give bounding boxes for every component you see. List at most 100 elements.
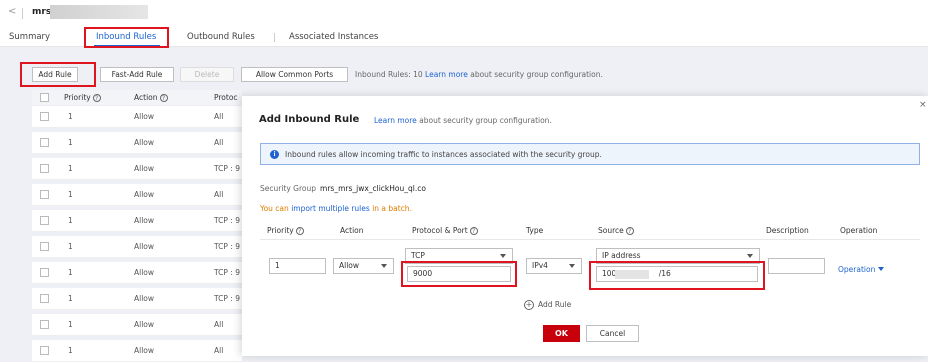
dialog-title-info: Learn more about security group configur… <box>374 116 552 125</box>
allow-common-ports-button[interactable]: Allow Common Ports <box>241 67 348 82</box>
table-row: 1 Allow TCP : 9 <box>32 288 242 310</box>
row-checkbox[interactable] <box>40 164 49 173</box>
type-select[interactable]: IPv4 <box>526 258 582 274</box>
chevron-down-icon <box>747 254 753 258</box>
chevron-down-icon <box>381 264 387 268</box>
table-row: 1 Allow All <box>32 340 242 362</box>
column-protocol: Protoc <box>214 93 238 102</box>
table-row: 1 Allow TCP : 9 <box>32 158 242 180</box>
row-checkbox[interactable] <box>40 112 49 121</box>
cell-action: Allow <box>134 268 155 277</box>
cell-protocol: All <box>214 138 224 147</box>
cell-action: Allow <box>134 320 155 329</box>
cell-action: Allow <box>134 294 155 303</box>
help-icon[interactable]: ? <box>625 227 634 235</box>
cell-priority: 1 <box>68 216 73 225</box>
row-checkbox[interactable] <box>40 268 49 277</box>
help-icon[interactable]: ? <box>295 227 304 235</box>
highlight-add-rule <box>20 62 96 87</box>
cell-action: Allow <box>134 138 155 147</box>
info-banner: i Inbound rules allow incoming traffic t… <box>260 143 920 165</box>
description-input[interactable] <box>768 258 825 274</box>
row-checkbox[interactable] <box>40 346 49 355</box>
cell-priority: 1 <box>68 190 73 199</box>
header-action: Action <box>340 226 364 235</box>
cell-action: Allow <box>134 164 155 173</box>
cell-action: Allow <box>134 242 155 251</box>
cell-priority: 1 <box>68 242 73 251</box>
select-all-checkbox[interactable] <box>40 93 49 102</box>
highlight-port <box>401 261 517 287</box>
table-row: 1 Allow TCP : 9 <box>32 210 242 232</box>
row-checkbox[interactable] <box>40 242 49 251</box>
inbound-rule-count: Inbound Rules: 10 <box>355 70 423 79</box>
highlight-source <box>589 261 765 290</box>
table-header: Priority? Action? Protoc <box>32 90 242 105</box>
tab-associated-instances[interactable]: Associated Instances <box>289 32 378 42</box>
cell-action: Allow <box>134 216 155 225</box>
priority-input[interactable]: 1 <box>269 258 326 274</box>
top-bar: < mrs_ <box>0 0 928 27</box>
rule-form-header: Priority? Action Protocol & Port? Type S… <box>260 222 920 240</box>
row-checkbox[interactable] <box>40 190 49 199</box>
redacted-title <box>50 5 148 19</box>
cell-priority: 1 <box>68 294 73 303</box>
delete-button[interactable]: Delete <box>180 67 234 82</box>
row-checkbox[interactable] <box>40 320 49 329</box>
header-description: Description <box>766 226 809 235</box>
column-priority: Priority? <box>64 93 101 102</box>
cell-priority: 1 <box>68 268 73 277</box>
help-icon[interactable]: ? <box>92 94 101 102</box>
header-operation: Operation <box>840 226 878 235</box>
cell-protocol: TCP : 9 <box>214 268 240 277</box>
learn-more-link[interactable]: Learn more <box>374 116 417 125</box>
cell-protocol: TCP : 9 <box>214 164 240 173</box>
column-action: Action? <box>134 93 168 102</box>
cell-priority: 1 <box>68 320 73 329</box>
row-checkbox[interactable] <box>40 294 49 303</box>
fast-add-rule-button[interactable]: Fast-Add Rule <box>100 67 174 82</box>
tab-summary[interactable]: Summary <box>9 32 50 42</box>
security-group-name: mrs_mrs_jwx_clickHou_ql.co <box>320 184 426 193</box>
toolbar-info-suffix: about security group configuration. <box>470 70 603 79</box>
highlight-inbound-tab <box>84 27 169 48</box>
import-rules-link[interactable]: import multiple rules <box>291 204 370 213</box>
cell-priority: 1 <box>68 346 73 355</box>
toolbar-info: Inbound Rules: 10 Learn more about secur… <box>355 70 603 79</box>
cell-protocol: All <box>214 320 224 329</box>
ok-button[interactable]: OK <box>543 325 580 342</box>
table-row: 1 Allow TCP : 9 <box>32 262 242 284</box>
table-row: 1 Allow All <box>32 106 242 128</box>
cell-protocol: TCP : 9 <box>214 216 240 225</box>
add-rule-link[interactable]: + Add Rule <box>524 300 571 310</box>
chevron-down-icon <box>878 267 885 271</box>
tab-divider <box>274 33 275 42</box>
operation-menu[interactable]: Operation <box>838 265 885 274</box>
divider <box>22 8 23 19</box>
import-note: You can import multiple rules in a batch… <box>260 204 412 213</box>
row-checkbox[interactable] <box>40 216 49 225</box>
help-icon[interactable]: ? <box>159 94 168 102</box>
learn-more-link[interactable]: Learn more <box>425 70 468 79</box>
back-arrow-icon[interactable]: < <box>8 6 16 17</box>
cell-priority: 1 <box>68 164 73 173</box>
tab-outbound-rules[interactable]: Outbound Rules <box>187 32 255 42</box>
table-row: 1 Allow All <box>32 314 242 336</box>
table-row: 1 Allow All <box>32 132 242 154</box>
help-icon[interactable]: ? <box>469 227 478 235</box>
cancel-button[interactable]: Cancel <box>586 325 639 342</box>
cell-action: Allow <box>134 112 155 121</box>
plus-icon: + <box>524 300 534 310</box>
close-icon[interactable]: × <box>919 100 927 110</box>
cell-priority: 1 <box>68 112 73 121</box>
table-row: 1 Allow All <box>32 184 242 206</box>
header-protocol-port: Protocol & Port? <box>412 226 478 235</box>
cell-protocol: All <box>214 112 224 121</box>
header-source: Source? <box>598 226 634 235</box>
row-checkbox[interactable] <box>40 138 49 147</box>
chevron-down-icon <box>569 264 575 268</box>
table-row: 1 Allow TCP : 9 <box>32 236 242 258</box>
info-banner-text: Inbound rules allow incoming traffic to … <box>285 150 602 159</box>
action-select[interactable]: Allow <box>333 258 394 274</box>
dialog-title: Add Inbound Rule <box>259 114 360 125</box>
